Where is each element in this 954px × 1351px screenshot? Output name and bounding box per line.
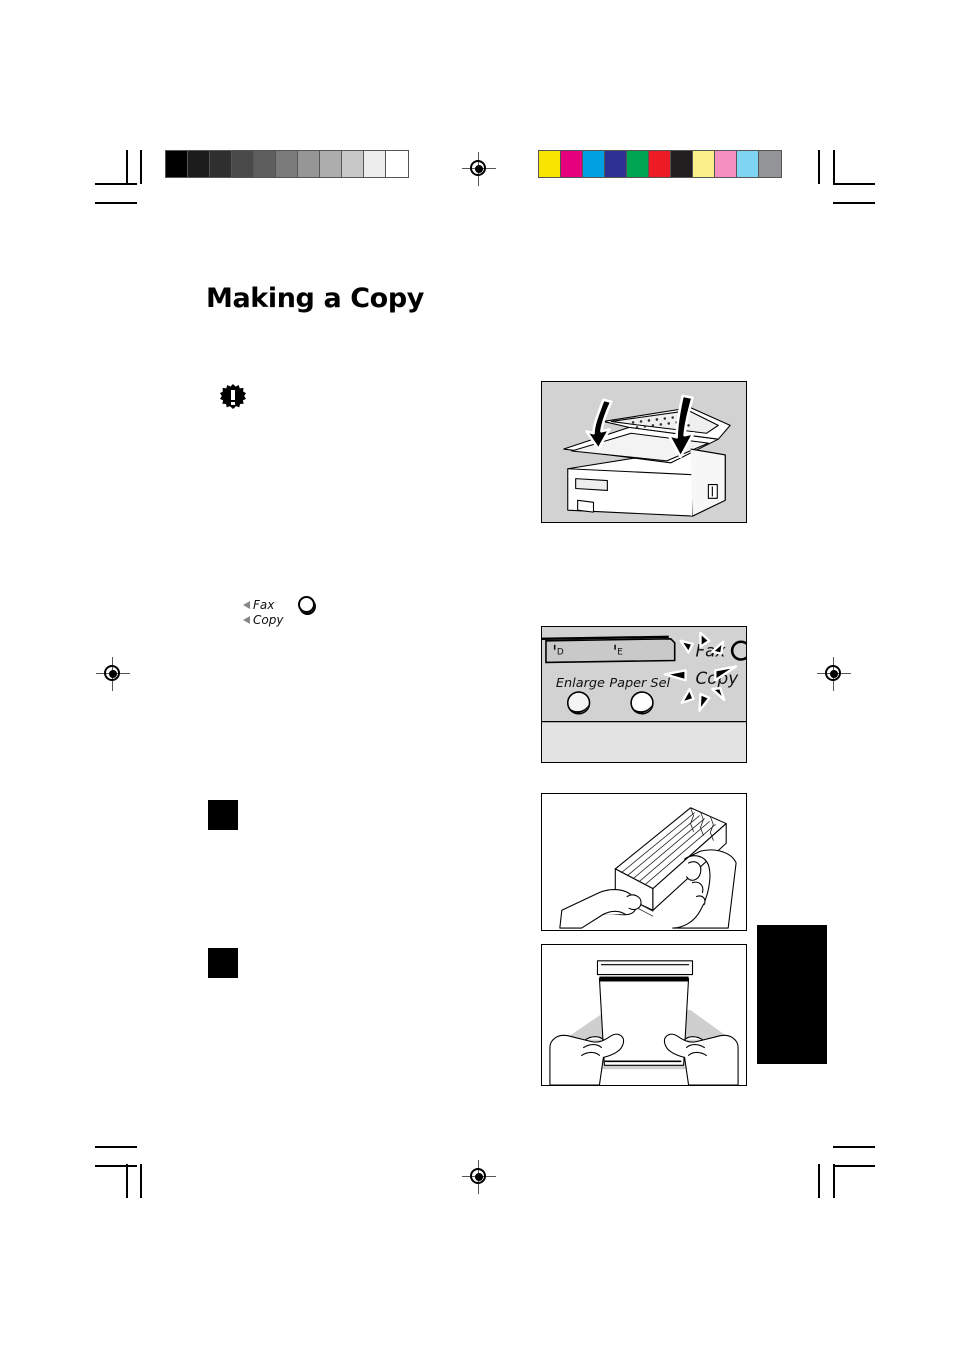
svg-text:Paper Sel: Paper Sel <box>609 676 670 691</box>
registration-dot <box>475 165 483 173</box>
registration-target-left <box>96 657 130 691</box>
registration-dot-right <box>830 670 838 678</box>
registration-dot-bottom <box>475 1173 483 1181</box>
crop-mark-top-right-v2 <box>833 150 835 184</box>
crop-mark-bottom-right-v2 <box>833 1164 835 1198</box>
svg-text:Enlarge: Enlarge <box>556 676 605 691</box>
color-swatch-4 <box>627 151 649 177</box>
registration-dot-left <box>109 670 117 678</box>
left-arrow-marker-icon <box>243 600 250 609</box>
color-swatch-10 <box>759 151 781 177</box>
grayscale-swatch-7 <box>320 151 342 177</box>
crop-mark-top-left-v2 <box>140 150 142 184</box>
figure-load-paper-tray <box>541 944 747 1086</box>
color-swatch-7 <box>693 151 715 177</box>
exclamation-dot <box>231 402 235 405</box>
color-swatch-3 <box>605 151 627 177</box>
crop-mark-top-right-v1 <box>818 150 820 184</box>
color-swatch-2 <box>583 151 605 177</box>
grayscale-swatch-5 <box>276 151 298 177</box>
color-swatch-9 <box>737 151 759 177</box>
important-burst-icon <box>220 384 246 410</box>
registration-target-top <box>462 152 496 186</box>
legend-row-fax: Fax <box>243 597 283 612</box>
crop-mark-bottom-left-h2 <box>95 1165 137 1167</box>
crop-mark-bottom-left-v1 <box>126 1164 128 1198</box>
crop-mark-bottom-right-v1 <box>818 1164 820 1198</box>
color-calibration-bar <box>538 150 782 178</box>
figure-fan-paper-stack <box>541 793 747 931</box>
grayscale-calibration-bar <box>165 150 409 178</box>
control-legend: Fax Copy <box>243 596 315 627</box>
color-swatch-1 <box>561 151 583 177</box>
step-number-square-1 <box>208 800 238 830</box>
grayscale-swatch-0 <box>166 151 188 177</box>
svg-text:D: D <box>557 648 564 658</box>
grayscale-swatch-9 <box>364 151 386 177</box>
crop-mark-bottom-right-h2 <box>833 1165 875 1167</box>
figure-control-panel-copy-key: D E Fax Copy Enlarge Paper Sel <box>541 626 747 763</box>
color-swatch-5 <box>649 151 671 177</box>
crop-mark-top-left-h2 <box>95 202 137 204</box>
registration-target-bottom <box>462 1160 496 1194</box>
page-canvas: Making a Copy Fax Copy D E Fax Enlarge P… <box>0 0 954 1351</box>
left-arrow-marker-icon-2 <box>243 615 250 624</box>
step-number-square-2 <box>208 948 238 978</box>
grayscale-swatch-4 <box>254 151 276 177</box>
grayscale-swatch-3 <box>232 151 254 177</box>
svg-text:E: E <box>617 648 623 658</box>
grayscale-swatch-10 <box>386 151 408 177</box>
crop-mark-top-left-h1 <box>95 183 137 185</box>
registration-target-right <box>817 657 851 691</box>
grayscale-swatch-2 <box>210 151 232 177</box>
color-swatch-0 <box>539 151 561 177</box>
page-title: Making a Copy <box>206 283 424 314</box>
legend-label-copy: Copy <box>253 612 284 627</box>
crop-mark-top-right-h1 <box>833 183 875 185</box>
figure-fax-machine-arrows <box>541 381 747 523</box>
color-swatch-6 <box>671 151 693 177</box>
crop-mark-top-right-h2 <box>833 202 875 204</box>
crop-mark-bottom-left-v2 <box>140 1164 142 1198</box>
led-indicator-circle-icon <box>298 596 315 613</box>
legend-label-fax: Fax <box>253 597 275 612</box>
crop-mark-bottom-left-h1 <box>95 1146 137 1148</box>
grayscale-swatch-1 <box>188 151 210 177</box>
grayscale-swatch-6 <box>298 151 320 177</box>
exclamation-bar <box>231 390 235 400</box>
grayscale-swatch-8 <box>342 151 364 177</box>
chapter-thumb-tab <box>757 925 827 1064</box>
crop-mark-bottom-right-h1 <box>833 1146 875 1148</box>
color-swatch-8 <box>715 151 737 177</box>
legend-row-copy: Copy <box>243 612 283 627</box>
crop-mark-top-left-v1 <box>126 150 128 184</box>
